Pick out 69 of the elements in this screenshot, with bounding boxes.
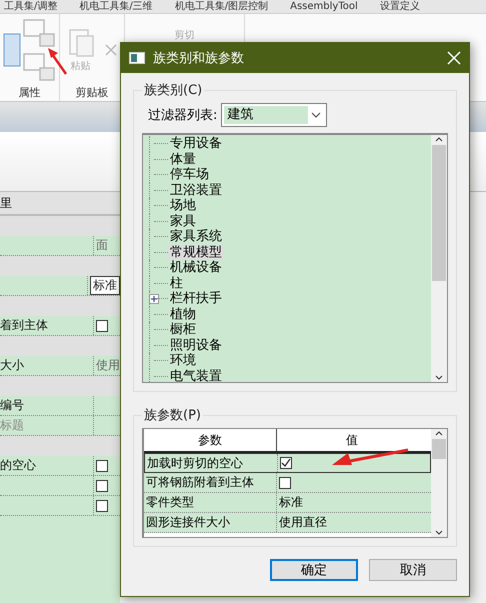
ribbon-tab[interactable]: AssemblyTool [290,0,358,12]
property-label: 编号 [0,397,25,414]
scrollbar-thumb[interactable] [432,439,446,459]
tree-item[interactable]: 柱 [168,276,185,291]
ribbon-tab[interactable]: 机电工具集/三维 [79,0,153,12]
annotation-arrow [46,46,70,76]
tree-item[interactable]: 停车场 [168,167,211,182]
tree-item[interactable]: 栏杆扶手 [168,291,224,306]
property-value: 使用 [96,357,120,374]
tree-item[interactable]: 植物 [168,306,198,322]
tree-item[interactable]: 卫浴装置 [168,182,224,198]
check-icon [281,458,291,468]
scroll-down-icon[interactable] [434,374,444,382]
property-label: 大小 [0,357,25,374]
tree-item[interactable]: 家具系统 [168,229,224,244]
tree-item[interactable]: 专用设备 [168,136,224,152]
scrollbar-thumb[interactable] [432,145,446,281]
tree-item[interactable]: 橱柜 [168,322,198,338]
tree-item[interactable]: 电气装置 [168,368,224,382]
panel-header: 里 [0,192,120,216]
checkbox[interactable] [96,460,108,472]
dialog-title: 族类别和族参数 [153,50,245,67]
close-icon[interactable] [447,51,461,65]
parameter-name: 可将钢筋附着到主体 [144,473,277,492]
checkbox[interactable] [96,480,108,492]
checkbox[interactable] [96,320,108,332]
scroll-up-icon[interactable] [434,429,444,437]
tree-item[interactable]: 机械设备 [168,260,224,276]
tree-item[interactable]: 体量 [168,152,198,167]
scroll-up-icon[interactable] [434,135,444,143]
group-label: 剪贴板 [74,85,110,101]
expand-plus-icon[interactable] [149,294,159,304]
parameter-value: 标准 [279,494,303,511]
group-title: 族类别(C) [143,82,204,99]
scrollbar[interactable] [431,429,447,537]
window-layout-icon[interactable] [22,52,56,82]
ribbon-tab[interactable]: 工具集/调整 [4,0,58,12]
parameter-value: 使用直径 [279,514,327,531]
tree-item[interactable]: 照明设备 [168,338,224,353]
tree-item[interactable]: 常规模型 [168,244,224,260]
scrollbar[interactable] [431,135,447,382]
filter-dropdown[interactable]: 建筑 [221,103,328,127]
tree-item[interactable]: 家具 [168,214,198,229]
window-icon [129,52,145,64]
scroll-down-icon[interactable] [434,529,444,537]
column-header: 参数 [144,429,277,451]
checkbox[interactable] [280,457,292,469]
properties-icon[interactable] [2,32,21,66]
group-title: 族参数(P) [143,407,202,424]
property-label: 着到主体 [0,317,49,334]
checkbox[interactable] [279,476,291,488]
filter-label: 过滤器列表: [148,107,218,124]
cancel-button[interactable]: 取消 [369,559,457,581]
ribbon-tab[interactable]: 机电工具集/图层控制 [174,0,268,12]
ok-button[interactable]: 确定 [270,559,358,581]
parameter-name: 加载时剪切的空心 [145,454,278,472]
ribbon-tab[interactable]: 设置定义 [380,0,420,12]
property-label: 的空心 [0,457,37,474]
tree-item[interactable]: 场地 [168,198,198,214]
property-label: 标题 [0,417,25,434]
parameter-name: 圆形连接件大小 [144,513,277,532]
tree-item[interactable]: 环境 [168,353,198,368]
property-dropdown[interactable]: 标准 [90,276,120,295]
property-value: 面 [96,237,108,254]
column-header: 值 [345,432,359,449]
checkbox[interactable] [96,500,108,512]
parameter-name: 零件类型 [144,493,277,512]
paste-clipboard-icon[interactable] [66,26,94,58]
group-label: 属性 [18,85,42,101]
